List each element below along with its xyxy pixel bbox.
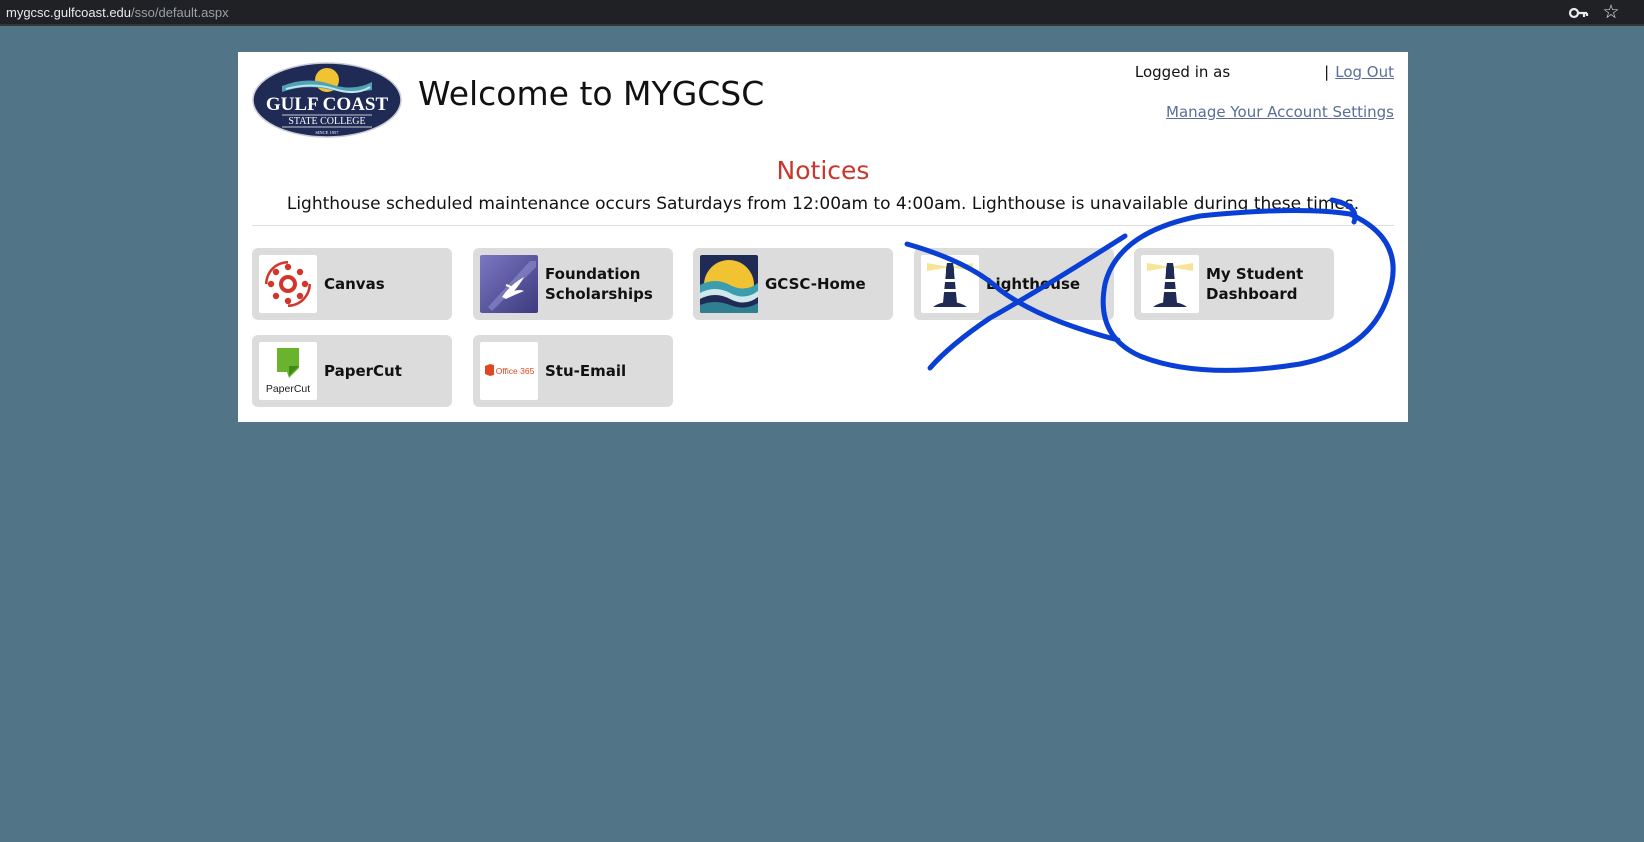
app-label: PaperCut [324, 362, 402, 380]
divider [252, 225, 1394, 226]
logo-text-top: GULF COAST [266, 94, 389, 115]
gcsc-home-icon [700, 255, 758, 313]
papercut-icon: PaperCut [259, 342, 317, 400]
app-label: Canvas [324, 275, 385, 293]
app-tile-canvas[interactable]: Canvas [252, 248, 452, 320]
office365-icon: Office 365 [480, 342, 538, 400]
canvas-icon [259, 255, 317, 313]
star-icon[interactable]: ☆ [1600, 1, 1622, 23]
logged-in-label: Logged in as [1134, 63, 1231, 81]
app-tile-lighthouse[interactable]: Lighthouse [914, 248, 1114, 320]
browser-url-bar[interactable]: mygcsc.gulfcoast.edu/sso/default.aspx ☆ [0, 0, 1644, 26]
logo-text-bottom: STATE COLLEGE [288, 116, 365, 127]
lighthouse-icon [1141, 255, 1199, 313]
key-icon[interactable] [1568, 3, 1590, 23]
app-label: Lighthouse [986, 275, 1081, 293]
sso-panel: GULF COAST STATE COLLEGE SINCE 1957 Welc… [238, 52, 1408, 422]
app-label: GCSC-Home [765, 275, 866, 293]
login-separator: | [1324, 63, 1330, 81]
app-tile-gcsc-home[interactable]: GCSC-Home [693, 248, 893, 320]
notice-message: Lighthouse scheduled maintenance occurs … [286, 194, 1360, 214]
papercut-wordmark: PaperCut [266, 383, 310, 395]
app-tile-papercut[interactable]: PaperCut PaperCut [252, 335, 452, 407]
url-path: /sso/default.aspx [131, 5, 229, 20]
foundation-icon [480, 255, 538, 313]
page-title: Welcome to MYGCSC [418, 74, 765, 113]
app-label: Stu-Email [545, 362, 627, 380]
office365-wordmark: Office 365 [496, 366, 535, 376]
app-label: My Student Dashboard [1206, 265, 1304, 303]
gulf-coast-logo[interactable]: GULF COAST STATE COLLEGE SINCE 1957 [252, 62, 402, 138]
logo-since: SINCE 1957 [315, 130, 339, 135]
manage-account-settings-link[interactable]: Manage Your Account Settings [1166, 103, 1394, 121]
app-tile-my-student-dashboard[interactable]: My Student Dashboard [1134, 248, 1334, 320]
logout-link[interactable]: Log Out [1335, 63, 1394, 81]
app-tile-foundation-scholarships[interactable]: Foundation Scholarships [473, 248, 673, 320]
lighthouse-icon [921, 255, 979, 313]
app-tile-stu-email[interactable]: Office 365 Stu-Email [473, 335, 673, 407]
notices-heading: Notices [776, 156, 870, 185]
login-status: Logged in as | Log Out [1135, 63, 1394, 81]
url-host: mygcsc.gulfcoast.edu [6, 5, 132, 20]
app-label: Foundation Scholarships [545, 265, 653, 303]
url-text[interactable]: mygcsc.gulfcoast.edu/sso/default.aspx [6, 5, 229, 20]
